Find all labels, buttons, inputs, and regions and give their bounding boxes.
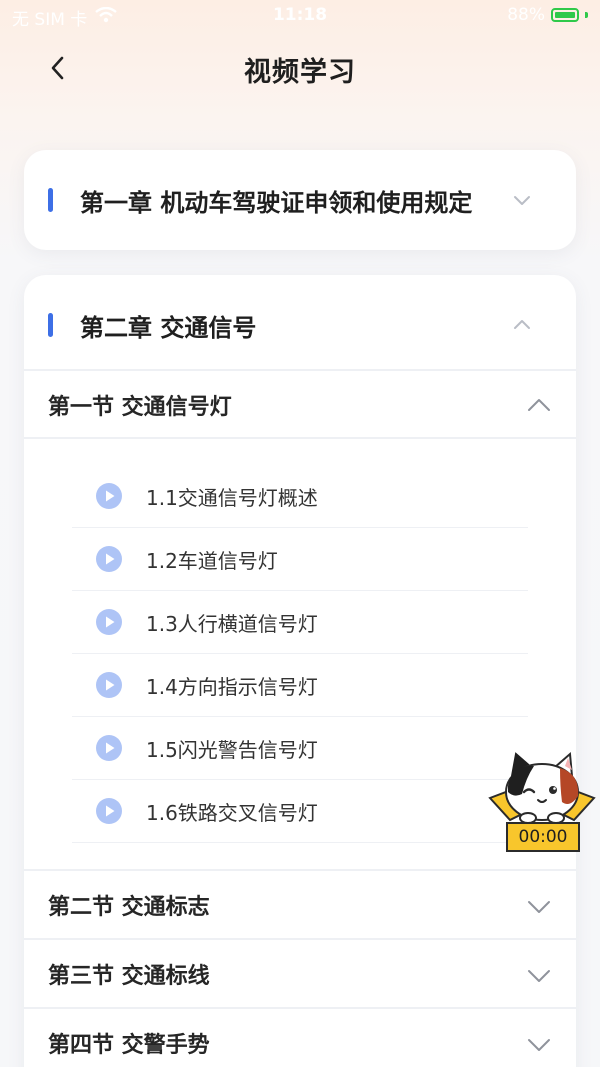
- lesson-label: 1.2车道信号灯: [146, 549, 278, 573]
- status-bar: 无 SIM 卡 11:18 88%: [0, 0, 600, 32]
- section-header-3[interactable]: 第三节 交通标线: [24, 938, 576, 1006]
- section-title-3: 第三节 交通标线: [48, 964, 210, 989]
- lesson-item[interactable]: 1.1交通信号灯概述: [72, 465, 528, 528]
- lesson-label: 1.3人行横道信号灯: [146, 612, 318, 636]
- lesson-label: 1.5闪光警告信号灯: [146, 738, 318, 762]
- chevron-up-icon: [528, 399, 550, 411]
- chapter-card-2: 第二章 交通信号 第一节 交通信号灯 1.1交通信号灯概述 1.2车道信号灯 1…: [24, 275, 576, 1067]
- chevron-down-icon: [528, 1039, 550, 1051]
- timer-display: 00:00: [506, 822, 580, 852]
- chevron-up-icon: [514, 320, 530, 329]
- play-icon: [96, 483, 122, 509]
- chapter-accent-bar: [48, 188, 53, 212]
- chapter-header-1[interactable]: 第一章 机动车驾驶证申领和使用规定: [24, 150, 576, 250]
- section-header-4[interactable]: 第四节 交警手势: [24, 1007, 576, 1067]
- play-icon: [96, 798, 122, 824]
- chevron-down-icon: [528, 901, 550, 913]
- section-title-2: 第二节 交通标志: [48, 895, 210, 920]
- battery-icon: [551, 8, 579, 22]
- chapter-title-2: 第二章 交通信号: [80, 314, 257, 342]
- section-title-1: 第一节 交通信号灯: [48, 395, 232, 420]
- chapter-card-1: 第一章 机动车驾驶证申领和使用规定: [24, 150, 576, 250]
- chapter-title-1: 第一章 机动车驾驶证申领和使用规定: [80, 189, 473, 217]
- battery-percent: 88%: [507, 5, 545, 25]
- play-icon: [96, 672, 122, 698]
- lesson-item[interactable]: 1.3人行横道信号灯: [72, 591, 528, 654]
- chapter-accent-bar: [48, 313, 53, 337]
- page-title: 视频学习: [244, 57, 356, 88]
- lesson-label: 1.1交通信号灯概述: [146, 486, 318, 510]
- section-header-2[interactable]: 第二节 交通标志: [24, 869, 576, 937]
- lesson-list: 1.1交通信号灯概述 1.2车道信号灯 1.3人行横道信号灯 1.4方向指示信号…: [72, 465, 528, 843]
- lesson-item[interactable]: 1.6铁路交叉信号灯: [72, 780, 528, 843]
- section-title-4: 第四节 交警手势: [48, 1033, 210, 1058]
- mascot-timer-widget[interactable]: 00:00: [486, 748, 598, 858]
- chevron-down-icon: [528, 970, 550, 982]
- play-icon: [96, 609, 122, 635]
- battery-tip: [585, 12, 588, 18]
- lesson-item[interactable]: 1.5闪光警告信号灯: [72, 717, 528, 780]
- lesson-item[interactable]: 1.4方向指示信号灯: [72, 654, 528, 717]
- lesson-item[interactable]: 1.2车道信号灯: [72, 528, 528, 591]
- lesson-label: 1.4方向指示信号灯: [146, 675, 318, 699]
- nav-bar: 视频学习: [0, 36, 600, 100]
- status-right: 88%: [507, 5, 588, 25]
- play-icon: [96, 546, 122, 572]
- lesson-label: 1.6铁路交叉信号灯: [146, 801, 318, 825]
- section-divider: [24, 437, 576, 439]
- play-icon: [96, 735, 122, 761]
- section-header-1[interactable]: 第一节 交通信号灯: [24, 369, 576, 437]
- chapter-header-2[interactable]: 第二章 交通信号: [24, 275, 576, 375]
- chevron-down-icon: [514, 196, 530, 205]
